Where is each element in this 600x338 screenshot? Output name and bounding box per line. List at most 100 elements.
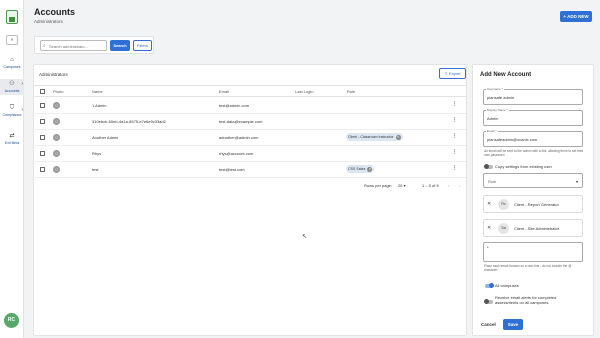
cancel-button[interactable]: Cancel [481, 322, 496, 327]
close-icon[interactable]: ✕ [487, 225, 491, 231]
search-panel: ⌕ Search Filters [34, 36, 154, 54]
chevron-right-icon: › [21, 81, 23, 87]
add-new-button[interactable]: + ADD NEW [560, 11, 592, 22]
user-photo-placeholder: ◯ [53, 118, 60, 125]
select-all-checkbox[interactable] [40, 89, 45, 94]
sidebar-item-label: Compliance [2, 113, 22, 117]
next-page-icon[interactable]: › [459, 183, 460, 188]
page-title: Accounts [34, 7, 76, 17]
rows-per-page-value: 25 [398, 183, 403, 188]
exit-icon: ⇄ [9, 133, 15, 139]
column-header-role[interactable]: Role [347, 89, 355, 94]
cell-name: Another Admin [92, 135, 119, 140]
form-title: Add New Account [480, 72, 532, 78]
all-campuses-label: All campuses [495, 283, 519, 288]
table-row[interactable]: ◯ test test@test.com CSS Sales ✕ ⋮ [34, 162, 466, 178]
mouse-cursor-icon: ↖ [302, 234, 308, 240]
email-domains-textarea[interactable]: * [483, 242, 583, 262]
all-campuses-toggle[interactable] [485, 283, 494, 288]
sidebar-item-campuses[interactable]: ⌂ Campuses [0, 57, 24, 72]
home-icon: ⌂ [10, 57, 14, 63]
table-row[interactable]: ◯ 1 Admin test@admin.com ⋮ [34, 98, 466, 114]
app-logo [6, 10, 18, 24]
search-input[interactable] [49, 42, 105, 50]
close-icon[interactable]: ✕ [367, 166, 373, 172]
cell-name: 1 Admin [92, 103, 107, 108]
role-placeholder: Role [488, 179, 497, 184]
sidebar-item-exit-beta[interactable]: ⇄ Exit Beta [0, 133, 24, 148]
column-header-photo[interactable]: Photo [53, 89, 63, 94]
column-header-name[interactable]: Name [92, 89, 103, 94]
cell-email: test@test.com [219, 167, 245, 172]
user-photo-placeholder: ◯ [53, 102, 60, 109]
administrators-table-card: Administrators ⇪ Export Photo Name Email… [33, 64, 467, 336]
previous-page-icon[interactable]: ‹ [448, 183, 449, 188]
display-name-label: Display Name * [486, 108, 509, 112]
role-chip: CSS Sales ✕ [346, 165, 375, 173]
row-checkbox[interactable] [40, 167, 45, 172]
sidebar-item-accounts[interactable]: ⚇ › Accounts [0, 79, 24, 95]
export-button[interactable]: ⇪ Export [439, 68, 466, 79]
more-vert-icon[interactable]: ⋮ [452, 166, 457, 171]
role-chip: Client - Classroom Instructor ✕ [346, 133, 403, 141]
more-vert-icon[interactable]: ⋮ [452, 134, 457, 139]
email-value: plansafeadmin@ocahix.com [487, 137, 538, 142]
cell-email: test@admin.com [219, 103, 250, 108]
cell-email: rhys@account.com [219, 151, 254, 156]
page-subtitle: Administrators [34, 19, 63, 24]
domains-help-text: Place each email domain on a new line - … [484, 264, 572, 272]
sidebar-item-label: Exit Beta [4, 141, 20, 145]
sidebar-item-compliance[interactable]: ⛉ › Compliance [0, 105, 24, 120]
filters-button[interactable]: Filters [133, 40, 152, 51]
display-name-value: Admin [487, 116, 499, 121]
row-checkbox[interactable] [40, 135, 45, 140]
email-alerts-label: Receive email alerts for completed asses… [495, 295, 557, 305]
save-button[interactable]: Save [503, 319, 523, 330]
search-button[interactable]: Search [110, 40, 130, 51]
role-avatar: Sa [498, 223, 509, 234]
row-checkbox[interactable] [40, 119, 45, 124]
username-field[interactable]: Username * plansafe admin [483, 87, 583, 105]
column-header-last-login[interactable]: Last Login [295, 89, 313, 94]
role-chip-label: CSS Sales [348, 167, 366, 171]
avatar[interactable]: RC [4, 313, 19, 328]
cell-email: test-data@example.com [219, 119, 263, 124]
search-field[interactable]: ⌕ [40, 40, 107, 51]
role-chip-label: Client - Classroom Instructor [348, 135, 394, 139]
role-select[interactable]: Role ▾ [483, 173, 583, 188]
table-row[interactable]: ◯ Another Admin adnother@admin.com Clien… [34, 130, 466, 146]
assigned-role-card: ✕ Sa Client - Site Administrator [483, 219, 583, 237]
more-vert-icon[interactable]: ⋮ [452, 118, 457, 123]
table-row[interactable]: ◯ Rhys rhys@account.com ⋮ [34, 146, 466, 162]
cell-name: test [92, 167, 99, 172]
table-row[interactable]: ◯ 310ebcb-60eb-4a1a-8575-e7e6e9c33ad2 te… [34, 114, 466, 130]
email-alerts-toggle[interactable] [484, 299, 493, 304]
row-checkbox[interactable] [40, 103, 45, 108]
column-header-email[interactable]: Email [219, 89, 229, 94]
copy-settings-label: Copy settings from existing user [495, 164, 552, 169]
sidebar-item-label: Accounts [4, 89, 20, 93]
more-vert-icon[interactable]: ⋮ [452, 150, 457, 155]
email-help-text: An email will be sent to the admin with … [484, 149, 584, 157]
more-vert-icon[interactable]: ⋮ [452, 102, 457, 107]
sidebar: » ⌂ Campuses ⚇ › Accounts ⛉ › Compliance… [0, 0, 24, 338]
cell-name: 310ebcb-60eb-4a1a-8575-e7e6e9c33ad2 [92, 119, 166, 124]
expand-sidebar-button[interactable]: » [6, 35, 18, 45]
user-photo-placeholder: ◯ [53, 150, 60, 157]
row-checkbox[interactable] [40, 151, 45, 156]
display-name-field[interactable]: Display Name * Admin [483, 108, 583, 126]
cell-name: Rhys [92, 151, 102, 156]
table-header: Photo Name Email Last Login Role [34, 85, 466, 97]
user-photo-placeholder: ◯ [53, 134, 60, 141]
copy-settings-toggle[interactable] [484, 164, 493, 169]
email-field[interactable]: Email * plansafeadmin@ocahix.com [483, 129, 583, 147]
close-icon[interactable]: ✕ [395, 134, 401, 140]
close-icon[interactable]: ✕ [487, 201, 491, 207]
assigned-role-card: ✕ Rc Client - Report Generator [483, 195, 583, 213]
pagination-range: 1 – 5 of 5 [422, 183, 439, 188]
rows-per-page-select[interactable]: 25 ▾ [398, 183, 406, 188]
export-label: Export [448, 71, 461, 76]
username-value: plansafe admin [487, 95, 515, 100]
chevron-right-icon: › [21, 107, 23, 113]
rows-per-page-label: Rows per page: [364, 183, 393, 188]
